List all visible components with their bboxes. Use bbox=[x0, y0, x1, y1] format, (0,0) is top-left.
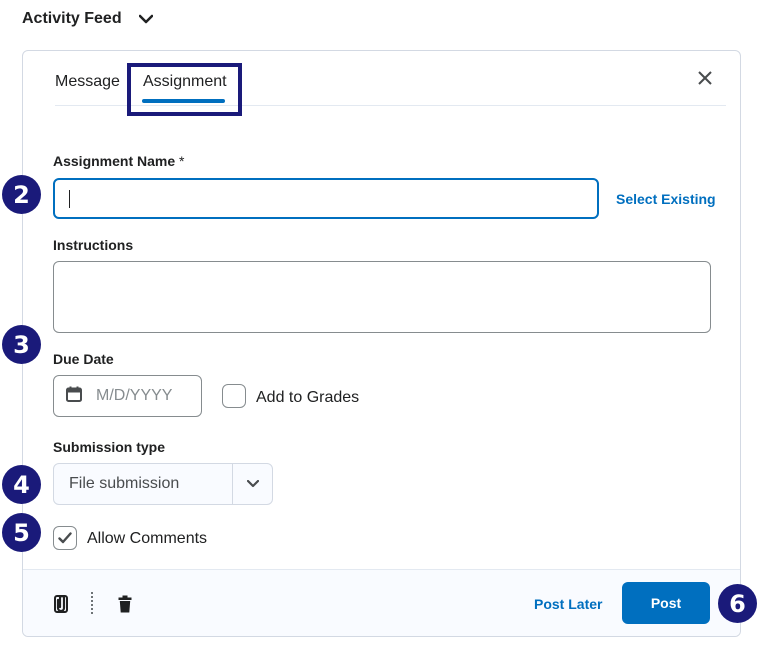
due-date-label: Due Date bbox=[53, 351, 114, 367]
calendar-icon bbox=[66, 386, 82, 407]
chevron-down-icon bbox=[232, 464, 272, 504]
chevron-down-icon[interactable] bbox=[138, 11, 154, 27]
tab-highlight-box bbox=[127, 63, 242, 116]
activity-feed-header[interactable]: Activity Feed bbox=[22, 10, 154, 28]
allow-comments-checkbox[interactable] bbox=[53, 526, 77, 550]
select-existing-link[interactable]: Select Existing bbox=[616, 191, 716, 207]
tab-message[interactable]: Message bbox=[55, 73, 120, 91]
step-callout-6: 6 bbox=[718, 584, 757, 623]
assignment-name-label: Assignment Name * bbox=[53, 153, 185, 169]
instructions-textarea[interactable] bbox=[53, 261, 711, 333]
activity-feed-title: Activity Feed bbox=[22, 10, 122, 27]
paperclip-icon[interactable] bbox=[53, 595, 69, 613]
toolbar-divider bbox=[91, 592, 93, 614]
card-footer: Post Later Post bbox=[23, 569, 740, 636]
step-callout-3: 3 bbox=[2, 325, 41, 364]
trash-icon[interactable] bbox=[117, 595, 133, 613]
due-date-input[interactable]: M/D/YYYY bbox=[53, 375, 202, 417]
post-button[interactable]: Post bbox=[622, 582, 710, 624]
due-date-placeholder: M/D/YYYY bbox=[96, 387, 173, 404]
assignment-name-input[interactable] bbox=[53, 178, 599, 219]
step-callout-5: 5 bbox=[2, 513, 41, 552]
checkmark-icon bbox=[58, 532, 72, 544]
step-callout-4: 4 bbox=[2, 465, 41, 504]
submission-type-select[interactable]: File submission bbox=[53, 463, 273, 505]
required-mark: * bbox=[179, 153, 185, 169]
post-later-button[interactable]: Post Later bbox=[534, 596, 602, 612]
submission-type-label: Submission type bbox=[53, 439, 166, 455]
close-icon[interactable] bbox=[696, 69, 714, 87]
assignment-card: Message Assignment Assignment Name * Sel… bbox=[22, 50, 741, 637]
text-caret bbox=[69, 190, 70, 208]
step-callout-2: 2 bbox=[2, 175, 41, 214]
submission-type-value: File submission bbox=[69, 475, 180, 492]
assignment-name-label-text: Assignment Name bbox=[53, 153, 176, 169]
add-to-grades-label: Add to Grades bbox=[256, 389, 360, 406]
add-to-grades-checkbox[interactable] bbox=[222, 384, 246, 408]
instructions-label: Instructions bbox=[53, 237, 134, 253]
allow-comments-label: Allow Comments bbox=[87, 530, 208, 547]
